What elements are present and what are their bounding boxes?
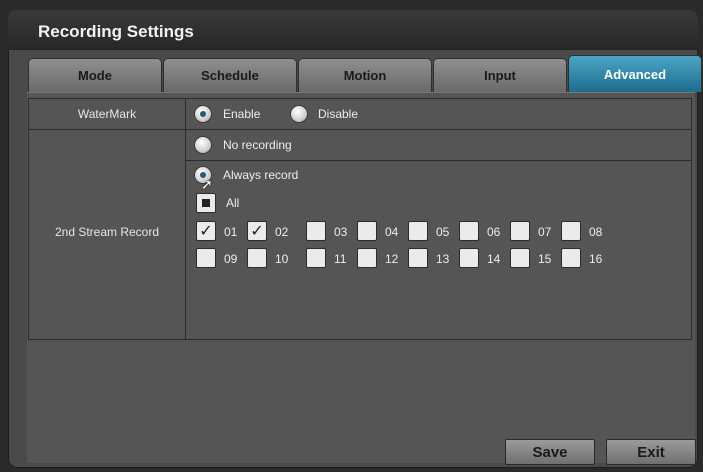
tab-input[interactable]: Input (433, 58, 567, 92)
watermark-enable-radio[interactable] (195, 106, 211, 122)
channel-15-label: 15 (538, 252, 552, 266)
mouse-pointer-icon: ➚ (201, 176, 213, 192)
all-channels-checkbox[interactable] (196, 193, 216, 213)
save-button[interactable]: Save (505, 439, 595, 465)
channel-04-label: 04 (385, 225, 399, 239)
checkmark-icon: ✓ (250, 223, 264, 240)
channel-01-checkbox[interactable]: ✓ (196, 221, 216, 241)
channel-14-checkbox[interactable] (459, 248, 479, 268)
tab-motion[interactable]: Motion (298, 58, 432, 92)
channel-12-label: 12 (385, 252, 399, 266)
channel-03-label: 03 (334, 225, 348, 239)
settings-table: WaterMark Enable Disable 2nd Stream Reco… (28, 98, 692, 340)
channel-06-checkbox[interactable] (459, 221, 479, 241)
channel-13-checkbox[interactable] (408, 248, 428, 268)
partial-check-icon (202, 199, 210, 207)
recording-settings-window: Recording Settings Mode Schedule Motion … (8, 10, 702, 468)
channel-04-checkbox[interactable] (357, 221, 377, 241)
checkmark-icon: ✓ (199, 223, 213, 240)
channel-09-checkbox[interactable] (196, 248, 216, 268)
tab-mode[interactable]: Mode (28, 58, 162, 92)
column-divider (185, 99, 186, 339)
channel-07-label: 07 (538, 225, 552, 239)
channel-16-label: 16 (589, 252, 603, 266)
no-recording-radio[interactable] (195, 137, 211, 153)
channel-11-label: 11 (334, 252, 347, 266)
channel-05-checkbox[interactable] (408, 221, 428, 241)
channel-15-checkbox[interactable] (510, 248, 530, 268)
channel-12-checkbox[interactable] (357, 248, 377, 268)
no-recording-label[interactable]: No recording (223, 138, 292, 152)
channel-07-checkbox[interactable] (510, 221, 530, 241)
channel-01-label: 01 (224, 225, 238, 239)
tab-schedule[interactable]: Schedule (163, 58, 297, 92)
window-title: Recording Settings (38, 22, 194, 41)
channel-02-checkbox[interactable]: ✓ (247, 221, 267, 241)
channel-03-checkbox[interactable] (306, 221, 326, 241)
channel-08-checkbox[interactable] (561, 221, 581, 241)
channel-10-label: 10 (275, 252, 289, 266)
watermark-disable-label[interactable]: Disable (318, 107, 358, 121)
channel-10-checkbox[interactable] (247, 248, 267, 268)
advanced-panel: WaterMark Enable Disable 2nd Stream Reco… (27, 92, 696, 465)
channel-08-label: 08 (589, 225, 603, 239)
title-bar: Recording Settings (8, 10, 698, 50)
row-divider (185, 160, 691, 161)
channel-14-label: 14 (487, 252, 501, 266)
channel-11-checkbox[interactable] (306, 248, 326, 268)
watermark-disable-radio[interactable] (291, 106, 307, 122)
channel-02-label: 02 (275, 225, 289, 239)
channel-09-label: 09 (224, 252, 238, 266)
second-stream-label: 2nd Stream Record (54, 225, 160, 239)
channel-05-label: 05 (436, 225, 450, 239)
always-record-label[interactable]: Always record (223, 168, 298, 182)
watermark-label: WaterMark (77, 107, 137, 121)
all-channels-label: All (226, 196, 240, 210)
watermark-enable-label[interactable]: Enable (223, 107, 260, 121)
channel-13-label: 13 (436, 252, 450, 266)
channel-06-label: 06 (487, 225, 501, 239)
tab-advanced[interactable]: Advanced (568, 55, 702, 92)
row-divider (29, 129, 691, 130)
exit-button[interactable]: Exit (606, 439, 696, 465)
channel-16-checkbox[interactable] (561, 248, 581, 268)
